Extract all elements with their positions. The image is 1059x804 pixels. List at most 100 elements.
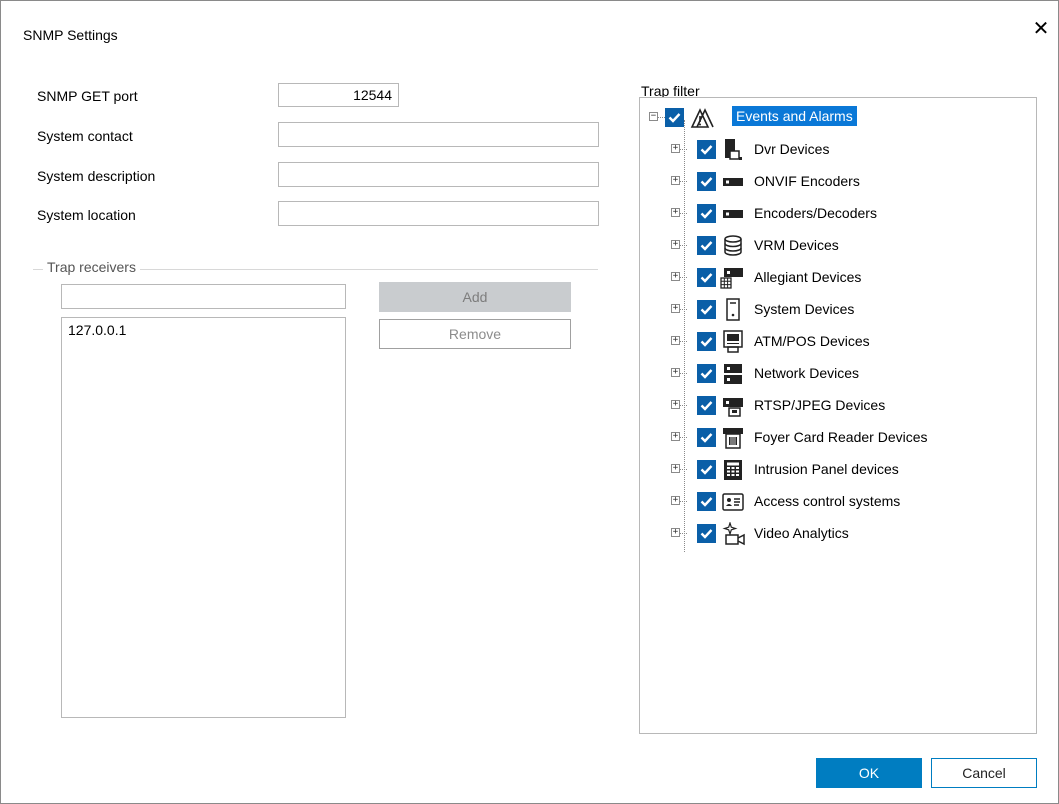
expand-icon[interactable]: + bbox=[671, 272, 680, 281]
tree-connector bbox=[680, 309, 687, 310]
tree-connector bbox=[680, 277, 687, 278]
checkbox-checked-icon[interactable] bbox=[665, 108, 684, 127]
system-location-input[interactable] bbox=[278, 201, 599, 226]
cancel-button[interactable]: Cancel bbox=[931, 758, 1037, 788]
tree-node-vrm-devices[interactable]: + VRM Devices bbox=[640, 234, 1036, 260]
dialog-title: SNMP Settings bbox=[23, 27, 118, 43]
network-device-icon bbox=[722, 362, 744, 386]
tree-node-events-and-alarms[interactable]: − Events and Alarms bbox=[640, 106, 1036, 132]
tree-node-video-analytics[interactable]: + Video Analytics bbox=[640, 520, 1036, 548]
tree-node-label[interactable]: ATM/POS Devices bbox=[754, 333, 870, 349]
tree-node-label[interactable]: Intrusion Panel devices bbox=[754, 461, 899, 477]
checkbox-checked-icon[interactable] bbox=[697, 268, 716, 287]
atm-pos-icon bbox=[722, 330, 744, 354]
snmp-get-port-input[interactable] bbox=[278, 83, 399, 107]
tree-node-label[interactable]: Encoders/Decoders bbox=[754, 205, 877, 221]
close-icon[interactable]: ✕ bbox=[1031, 19, 1051, 39]
tree-connector bbox=[680, 437, 687, 438]
rtsp-jpeg-icon bbox=[722, 394, 744, 418]
trap-filter-tree[interactable]: − Events and Alarms + Dvr Devices + ONVI… bbox=[639, 97, 1037, 734]
encoder-icon bbox=[722, 170, 744, 194]
system-location-label: System location bbox=[37, 207, 136, 223]
snmp-settings-dialog: SNMP Settings ✕ SNMP GET port System con… bbox=[0, 0, 1059, 804]
checkbox-checked-icon[interactable] bbox=[697, 140, 716, 159]
add-button[interactable]: Add bbox=[379, 282, 571, 312]
tree-connector bbox=[680, 341, 687, 342]
expand-icon[interactable]: + bbox=[671, 496, 680, 505]
vrm-icon bbox=[722, 234, 744, 258]
expand-icon[interactable]: + bbox=[671, 368, 680, 377]
remove-button[interactable]: Remove bbox=[379, 319, 571, 349]
system-device-icon bbox=[722, 298, 744, 322]
access-control-icon bbox=[722, 490, 744, 514]
tree-node-intrusion-panel-devices[interactable]: + Intrusion Panel devices bbox=[640, 458, 1036, 484]
expand-icon[interactable]: + bbox=[671, 336, 680, 345]
expand-icon[interactable]: + bbox=[671, 432, 680, 441]
tree-node-encoders-decoders[interactable]: + Encoders/Decoders bbox=[640, 202, 1036, 228]
tree-node-foyer-card-reader-devices[interactable]: + Foyer Card Reader Devices bbox=[640, 426, 1036, 452]
expand-icon[interactable]: + bbox=[671, 304, 680, 313]
trap-receivers-list[interactable]: 127.0.0.1 bbox=[61, 317, 346, 718]
tree-node-dvr-devices[interactable]: + Dvr Devices bbox=[640, 138, 1036, 164]
tree-connector bbox=[658, 117, 665, 118]
expand-icon[interactable]: + bbox=[671, 144, 680, 153]
checkbox-checked-icon[interactable] bbox=[697, 172, 716, 191]
checkbox-checked-icon[interactable] bbox=[697, 332, 716, 351]
expand-icon[interactable]: + bbox=[671, 208, 680, 217]
checkbox-checked-icon[interactable] bbox=[697, 492, 716, 511]
tree-node-onvif-encoders[interactable]: + ONVIF Encoders bbox=[640, 170, 1036, 196]
checkbox-checked-icon[interactable] bbox=[697, 524, 716, 543]
checkbox-checked-icon[interactable] bbox=[697, 364, 716, 383]
tree-node-label[interactable]: RTSP/JPEG Devices bbox=[754, 397, 885, 413]
trap-receivers-group-label: Trap receivers bbox=[43, 259, 140, 275]
checkbox-checked-icon[interactable] bbox=[697, 236, 716, 255]
expand-icon[interactable]: + bbox=[671, 400, 680, 409]
tree-connector bbox=[680, 405, 687, 406]
intrusion-panel-icon bbox=[722, 458, 744, 482]
tree-connector bbox=[680, 245, 687, 246]
tree-node-label[interactable]: System Devices bbox=[754, 301, 854, 317]
tree-node-label[interactable]: Network Devices bbox=[754, 365, 859, 381]
system-contact-input[interactable] bbox=[278, 122, 599, 147]
expand-icon[interactable]: + bbox=[671, 176, 680, 185]
list-item[interactable]: 127.0.0.1 bbox=[68, 322, 126, 338]
collapse-icon[interactable]: − bbox=[649, 112, 658, 121]
tree-node-network-devices[interactable]: + Network Devices bbox=[640, 362, 1036, 388]
checkbox-checked-icon[interactable] bbox=[697, 300, 716, 319]
expand-icon[interactable]: + bbox=[671, 464, 680, 473]
tree-node-label[interactable]: ONVIF Encoders bbox=[754, 173, 860, 189]
tree-connector bbox=[680, 373, 687, 374]
tree-node-label[interactable]: Events and Alarms bbox=[732, 106, 857, 126]
expand-icon[interactable]: + bbox=[671, 528, 680, 537]
tree-connector bbox=[680, 501, 687, 502]
events-alarms-icon bbox=[690, 106, 714, 130]
tree-node-rtsp-jpeg-devices[interactable]: + RTSP/JPEG Devices bbox=[640, 394, 1036, 420]
tree-node-label[interactable]: Allegiant Devices bbox=[754, 269, 861, 285]
ok-button[interactable]: OK bbox=[816, 758, 922, 788]
tree-node-system-devices[interactable]: + System Devices bbox=[640, 298, 1036, 324]
tree-node-atm-pos-devices[interactable]: + ATM/POS Devices bbox=[640, 330, 1036, 356]
card-reader-icon bbox=[722, 426, 744, 450]
tree-node-allegiant-devices[interactable]: + Allegiant Devices bbox=[640, 266, 1036, 292]
tree-connector bbox=[680, 213, 687, 214]
tree-node-label[interactable]: Access control systems bbox=[754, 493, 900, 509]
tree-node-label[interactable]: VRM Devices bbox=[754, 237, 839, 253]
allegiant-icon bbox=[720, 266, 743, 290]
tree-node-access-control-systems[interactable]: + Access control systems bbox=[640, 490, 1036, 516]
tree-node-label[interactable]: Foyer Card Reader Devices bbox=[754, 429, 928, 445]
tree-connector bbox=[680, 469, 687, 470]
system-description-input[interactable] bbox=[278, 162, 599, 187]
tree-node-label[interactable]: Dvr Devices bbox=[754, 141, 829, 157]
trap-receiver-input[interactable] bbox=[61, 284, 346, 309]
encoder-icon bbox=[722, 202, 744, 226]
snmp-get-port-label: SNMP GET port bbox=[37, 88, 138, 104]
tree-node-label[interactable]: Video Analytics bbox=[754, 525, 849, 541]
expand-icon[interactable]: + bbox=[671, 240, 680, 249]
checkbox-checked-icon[interactable] bbox=[697, 460, 716, 479]
checkbox-checked-icon[interactable] bbox=[697, 428, 716, 447]
dvr-icon bbox=[722, 138, 744, 162]
checkbox-checked-icon[interactable] bbox=[697, 396, 716, 415]
tree-connector bbox=[680, 181, 687, 182]
video-analytics-icon bbox=[722, 520, 745, 546]
checkbox-checked-icon[interactable] bbox=[697, 204, 716, 223]
